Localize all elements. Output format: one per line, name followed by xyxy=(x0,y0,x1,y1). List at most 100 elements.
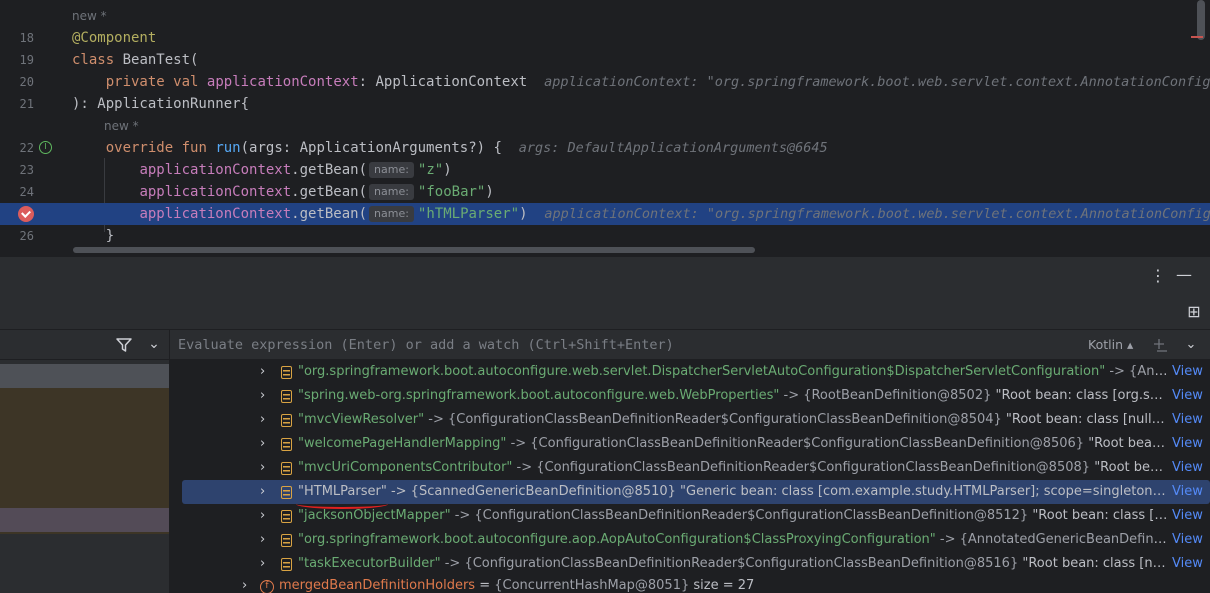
line-number: 22 xyxy=(19,141,34,155)
code-text: } xyxy=(105,228,115,244)
code-editor[interactable]: new * 18 @Component 19 class BeanTest( 2… xyxy=(0,0,1210,256)
chevron-down-icon[interactable]: ⌄ xyxy=(144,334,164,354)
current-execution-line[interactable]: applicationContext.getBean(name: "hTMLPar… xyxy=(0,203,1210,225)
expand-arrow-icon[interactable]: › xyxy=(260,384,265,408)
variable-text: "spring.web-org.springframework.boot.aut… xyxy=(298,388,1168,403)
code-text: @Component xyxy=(72,30,157,46)
view-link[interactable]: View xyxy=(1172,480,1203,504)
add-watch-icon[interactable] xyxy=(1152,337,1168,353)
view-link[interactable]: View xyxy=(1172,408,1203,432)
variable-row[interactable]: › "mvcViewResolver" -> {ConfigurationCla… xyxy=(170,408,1210,432)
variable-row[interactable]: › "spring.web-org.springframework.boot.a… xyxy=(170,384,1210,408)
frames-header: ⌄ xyxy=(0,330,170,360)
expand-arrow-icon[interactable]: › xyxy=(260,480,265,504)
code-text: class BeanTest( xyxy=(72,52,199,68)
variable-text: "mvcViewResolver" -> {ConfigurationClass… xyxy=(298,412,1168,427)
map-entry-icon xyxy=(281,462,292,475)
param-name-hint: name: xyxy=(369,162,414,178)
view-link[interactable]: View xyxy=(1172,528,1203,552)
variable-row[interactable]: › f mergedBeanDefinitionHolders = {Concu… xyxy=(170,574,1210,593)
line-number: 24 xyxy=(19,185,34,199)
frame-item-selected[interactable] xyxy=(0,508,169,532)
view-link[interactable]: View xyxy=(1172,504,1203,528)
variable-text: "HTMLParser" -> {ScannedGenericBeanDefin… xyxy=(298,484,1168,499)
line-number: 21 xyxy=(19,97,34,111)
expand-arrow-icon[interactable]: › xyxy=(260,528,265,552)
map-entry-icon xyxy=(281,534,292,547)
code-text: private val applicationContext: Applicat… xyxy=(72,71,1210,93)
debug-sub-toolbar: ⊞ xyxy=(0,294,1210,330)
code-line[interactable]: 23 applicationContext.getBean(name: "z") xyxy=(0,159,1210,181)
line-number: 18 xyxy=(19,31,34,45)
code-line[interactable]: 22 I override fun run(args: ApplicationA… xyxy=(0,137,1210,159)
field-icon: f xyxy=(260,574,274,593)
frame-item[interactable] xyxy=(0,364,169,388)
map-entry-icon xyxy=(281,366,292,379)
expand-arrow-icon[interactable]: › xyxy=(260,456,265,480)
expand-arrow-icon[interactable]: › xyxy=(260,552,265,576)
variable-text: "welcomePageHandlerMapping" -> {Configur… xyxy=(298,436,1168,451)
error-stripe-marker[interactable] xyxy=(1191,36,1203,38)
view-link[interactable]: View xyxy=(1172,360,1203,384)
code-text: applicationContext.getBean(name: "fooBar"… xyxy=(139,184,494,200)
line-number: 20 xyxy=(19,75,34,89)
expand-arrow-icon[interactable]: › xyxy=(260,360,265,384)
variable-text: "org.springframework.boot.autoconfigure.… xyxy=(298,364,1168,379)
language-selector[interactable]: Kotlin ▴ xyxy=(1088,336,1133,354)
code-hint-line: new * xyxy=(0,5,1210,27)
code-line[interactable]: 20 private val applicationContext: Appli… xyxy=(0,71,1210,93)
view-link[interactable]: View xyxy=(1172,432,1203,456)
code-text: override fun run(args: ApplicationArgume… xyxy=(105,140,828,156)
code-line[interactable]: 19 class BeanTest( xyxy=(0,49,1210,71)
code-line[interactable]: 26 } xyxy=(0,225,1210,247)
line-number: 19 xyxy=(19,53,34,67)
code-line[interactable]: 18 @Component xyxy=(0,27,1210,49)
map-entry-icon xyxy=(281,558,292,571)
variable-row[interactable]: › "welcomePageHandlerMapping" -> {Config… xyxy=(170,432,1210,456)
variable-row[interactable]: › "taskExecutorBuilder" -> {Configuratio… xyxy=(170,552,1210,576)
code-text: applicationContext.getBean(name: "z") xyxy=(139,162,452,178)
variable-text: "taskExecutorBuilder" -> {ConfigurationC… xyxy=(298,556,1168,571)
view-link[interactable]: View xyxy=(1172,552,1203,576)
new-hint: new * xyxy=(72,9,107,23)
variable-row[interactable]: › "org.springframework.boot.autoconfigur… xyxy=(170,528,1210,552)
minimize-icon[interactable]: — xyxy=(1174,265,1194,285)
code-line[interactable]: 21 ): ApplicationRunner{ xyxy=(0,93,1210,115)
param-name-hint: name: xyxy=(369,184,414,200)
evaluate-expression-bar[interactable]: Evaluate expression (Enter) or add a wat… xyxy=(170,330,1210,360)
map-entry-icon xyxy=(281,486,292,499)
view-link[interactable]: View xyxy=(1172,456,1203,480)
variable-row[interactable]: › "mvcUriComponentsContributor" -> {Conf… xyxy=(170,456,1210,480)
breakpoint-icon[interactable] xyxy=(18,206,34,222)
variable-text: "jacksonObjectMapper" -> {ConfigurationC… xyxy=(298,508,1168,523)
expand-chevron-icon[interactable]: ⌄ xyxy=(1181,335,1201,355)
evaluate-expression-input[interactable]: Evaluate expression (Enter) or add a wat… xyxy=(178,335,674,355)
filter-icon[interactable] xyxy=(116,338,132,352)
debug-tool-header: ⋮ — xyxy=(0,256,1210,294)
more-options-icon[interactable]: ⋮ xyxy=(1148,266,1168,286)
variable-row[interactable]: › "org.springframework.boot.autoconfigur… xyxy=(170,360,1210,384)
inline-debug-value: args: DefaultApplicationArguments@6645 xyxy=(518,140,828,156)
layout-settings-icon[interactable]: ⊞ xyxy=(1184,302,1204,322)
override-gutter-icon[interactable]: I xyxy=(39,141,52,154)
map-entry-icon xyxy=(281,414,292,427)
line-number: 26 xyxy=(19,229,34,243)
map-entry-icon xyxy=(281,390,292,403)
expand-arrow-icon[interactable]: › xyxy=(242,574,247,593)
code-text: applicationContext.getBean(name: "hTMLPar… xyxy=(72,203,1210,225)
inline-debug-value: applicationContext: "org.springframework… xyxy=(544,206,1210,222)
expand-arrow-icon[interactable]: › xyxy=(260,504,265,528)
expand-arrow-icon[interactable]: › xyxy=(260,408,265,432)
code-line[interactable]: 24 applicationContext.getBean(name: "fooB… xyxy=(0,181,1210,203)
param-name-hint: name: xyxy=(369,206,414,222)
horizontal-scrollbar[interactable] xyxy=(73,247,755,253)
vertical-scrollbar[interactable] xyxy=(1197,0,1205,40)
variable-text: "mvcUriComponentsContributor" -> {Config… xyxy=(298,460,1168,475)
variables-panel: Evaluate expression (Enter) or add a wat… xyxy=(170,330,1210,593)
new-hint: new * xyxy=(104,119,139,133)
expand-arrow-icon[interactable]: › xyxy=(260,432,265,456)
frames-panel: ⌄ xyxy=(0,330,170,593)
line-number: 23 xyxy=(19,163,34,177)
red-underline-annotation xyxy=(296,499,388,509)
view-link[interactable]: View xyxy=(1172,384,1203,408)
